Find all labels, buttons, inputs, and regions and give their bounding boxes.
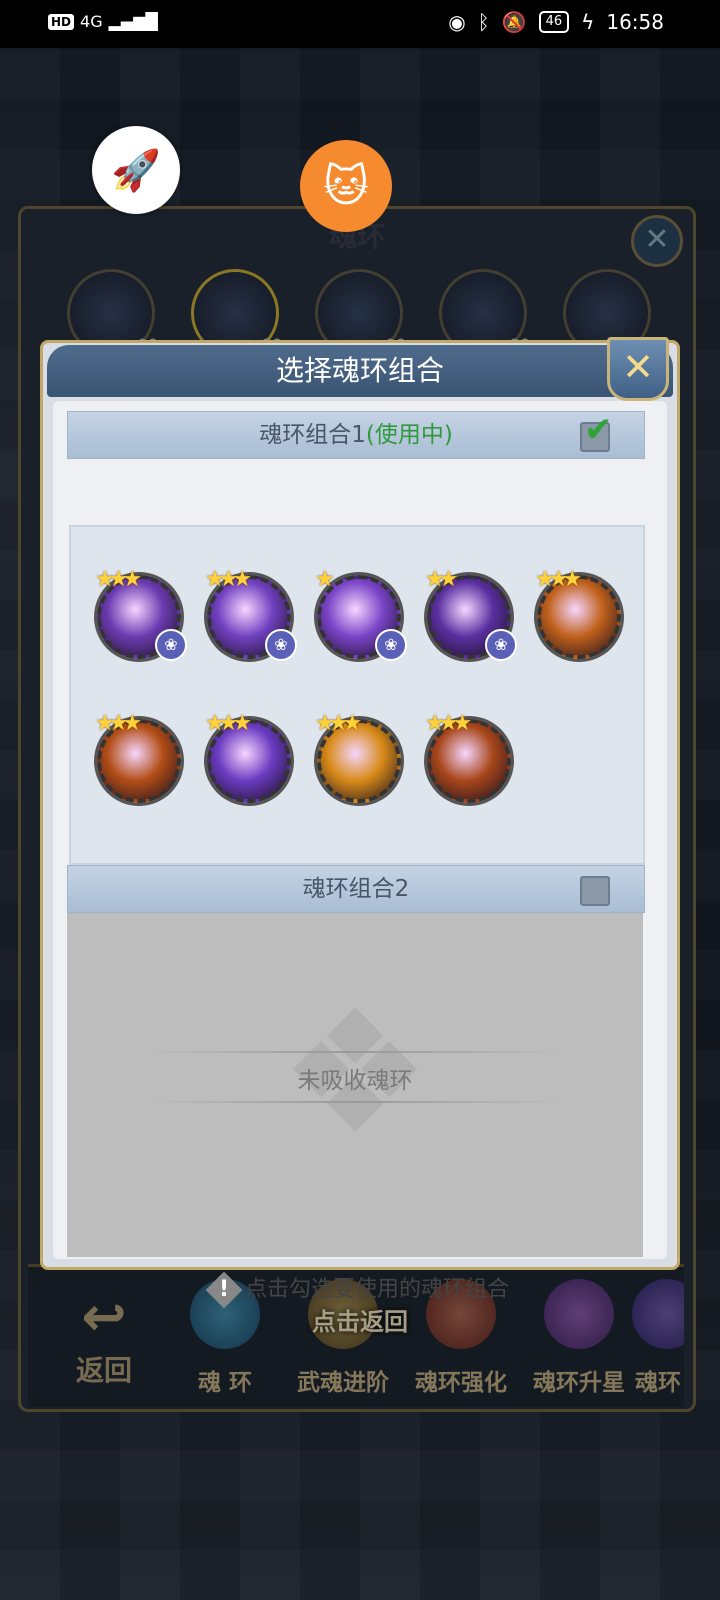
status-bar: HD 4G ▂▄▆█ ◉ ᛒ 🔕 46 ϟ 16:58: [0, 0, 720, 48]
dialog-body: 魂环组合1(使用中) ✔ ★★★ ❀ ★★★ ❀ ★ ❀ ★★ ❀ ★★★ ★★★ ★★★ ★★★ ★★…: [53, 401, 667, 1309]
rocket-icon: 🚀: [111, 147, 161, 194]
combo-2-header[interactable]: 魂环组合2: [67, 865, 645, 913]
bell-off-icon: 🔕: [501, 10, 527, 34]
ring-stars: ★★★: [95, 711, 142, 736]
rocket-button[interactable]: 🚀: [92, 126, 180, 214]
hint-text: 点击勾选要使用的魂环组合: [244, 1277, 509, 1302]
selection-hint: ! 点击勾选要使用的魂环组合: [53, 1271, 667, 1309]
select-combo-dialog: 选择魂环组合 ✕ 魂环组合1(使用中) ✔ ★★★ ❀ ★★★ ❀ ★ ❀ ★★ ❀ ★★★ ★★…: [40, 337, 680, 1309]
warning-icon: !: [205, 1271, 243, 1309]
combo-1-checkbox[interactable]: ✔: [580, 410, 613, 452]
dialog-close-button[interactable]: ✕: [607, 337, 669, 401]
signal-indicator: 4G: [80, 12, 103, 31]
combo-1-rings: ★★★ ❀ ★★★ ❀ ★ ❀ ★★ ❀ ★★★ ★★★ ★★★ ★★★ ★★★: [69, 525, 645, 865]
hd-indicator: HD: [48, 13, 75, 30]
checkmark-icon: ✔: [584, 410, 613, 450]
lucky-cat-button[interactable]: 🐱: [300, 140, 392, 232]
combo-1-label: 魂环组合1(使用中): [68, 412, 644, 458]
combo-1-name: 魂环组合1: [259, 422, 366, 448]
dialog-header: 选择魂环组合: [47, 345, 673, 397]
soul-ring-icon[interactable]: ★★ ❀: [425, 567, 517, 661]
bluetooth-icon: ᛒ: [477, 10, 490, 34]
soul-ring-icon[interactable]: ★★★: [425, 711, 511, 803]
lucky-cat-icon: 🐱: [323, 160, 369, 212]
empty-combo-text: 未吸收魂环: [297, 1068, 413, 1094]
eye-icon: ◉: [448, 10, 466, 34]
ring-stars: ★★: [425, 567, 459, 592]
ring-stars: ★★★: [535, 567, 582, 592]
combo-2-checkbox[interactable]: [580, 876, 610, 906]
soul-ring-icon[interactable]: ★★★ ❀: [95, 567, 187, 661]
status-left: HD 4G ▂▄▆█: [48, 12, 158, 31]
spirit-beast-icon: ❀: [155, 629, 187, 661]
ring-stars: ★: [315, 567, 335, 592]
soul-ring-icon[interactable]: ★ ❀: [315, 567, 407, 661]
signal-bars-icon: ▂▄▆█: [108, 12, 158, 31]
battery-indicator: 46: [538, 11, 570, 33]
ring-stars: ★★★: [205, 711, 252, 736]
dialog-frame: 选择魂环组合 ✕ 魂环组合1(使用中) ✔ ★★★ ❀ ★★★ ❀ ★ ❀ ★★ ❀ ★★★ ★★…: [40, 337, 680, 1309]
soul-ring-icon[interactable]: ★★★: [205, 711, 291, 803]
soul-ring-icon[interactable]: ★★★: [315, 711, 401, 803]
ring-stars: ★★★: [95, 567, 142, 592]
divider: [147, 1051, 563, 1053]
combo-1-status: (使用中): [365, 422, 453, 448]
ring-stars: ★★★: [315, 711, 362, 736]
soul-ring-icon[interactable]: ★★★: [95, 711, 181, 803]
clock: 16:58: [606, 10, 664, 34]
status-right: ◉ ᛒ 🔕 46 ϟ 16:58: [448, 10, 664, 34]
charging-icon: ϟ: [581, 10, 595, 34]
combo-2-label: 魂环组合2: [302, 876, 410, 902]
dialog-title: 选择魂环组合: [275, 354, 444, 387]
spirit-beast-icon: ❀: [485, 629, 517, 661]
combo-1-header[interactable]: 魂环组合1(使用中) ✔: [67, 410, 645, 459]
soul-ring-icon[interactable]: ★★★ ❀: [205, 567, 297, 661]
soul-ring-icon[interactable]: ★★★: [535, 567, 621, 659]
spirit-beast-icon: ❀: [265, 629, 297, 661]
ring-stars: ★★★: [425, 711, 472, 736]
divider: [147, 1101, 563, 1103]
ring-stars: ★★★: [205, 567, 252, 592]
spirit-beast-icon: ❀: [375, 629, 407, 661]
combo-2-rings: ❖ 未吸收魂环: [67, 913, 643, 1257]
